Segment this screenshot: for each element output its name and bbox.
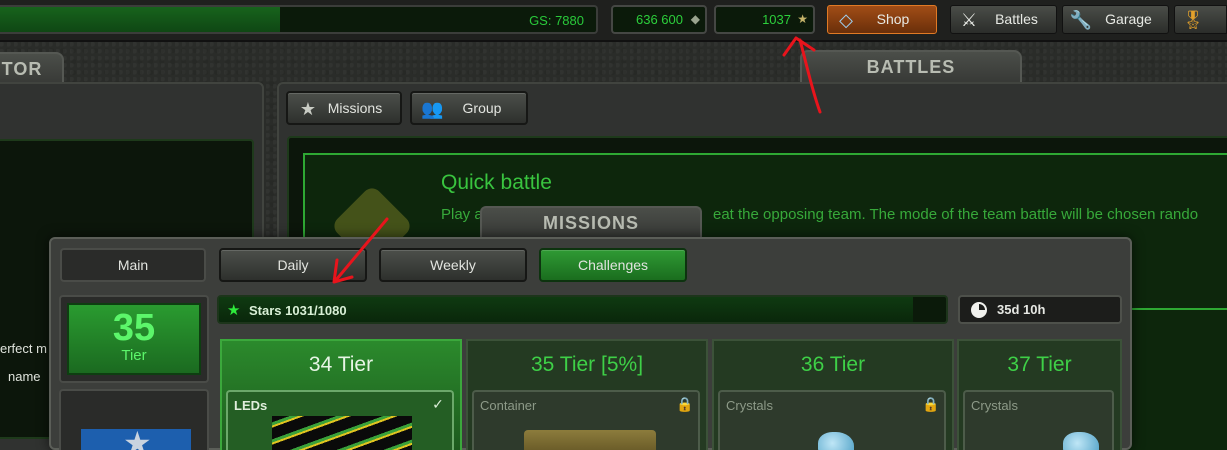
annotation-arrowhead-stars (782, 36, 816, 57)
annotation-overlay (332, 36, 822, 284)
annotation-arrow-daily (334, 217, 389, 282)
annotation-arrow-stars (798, 38, 822, 114)
